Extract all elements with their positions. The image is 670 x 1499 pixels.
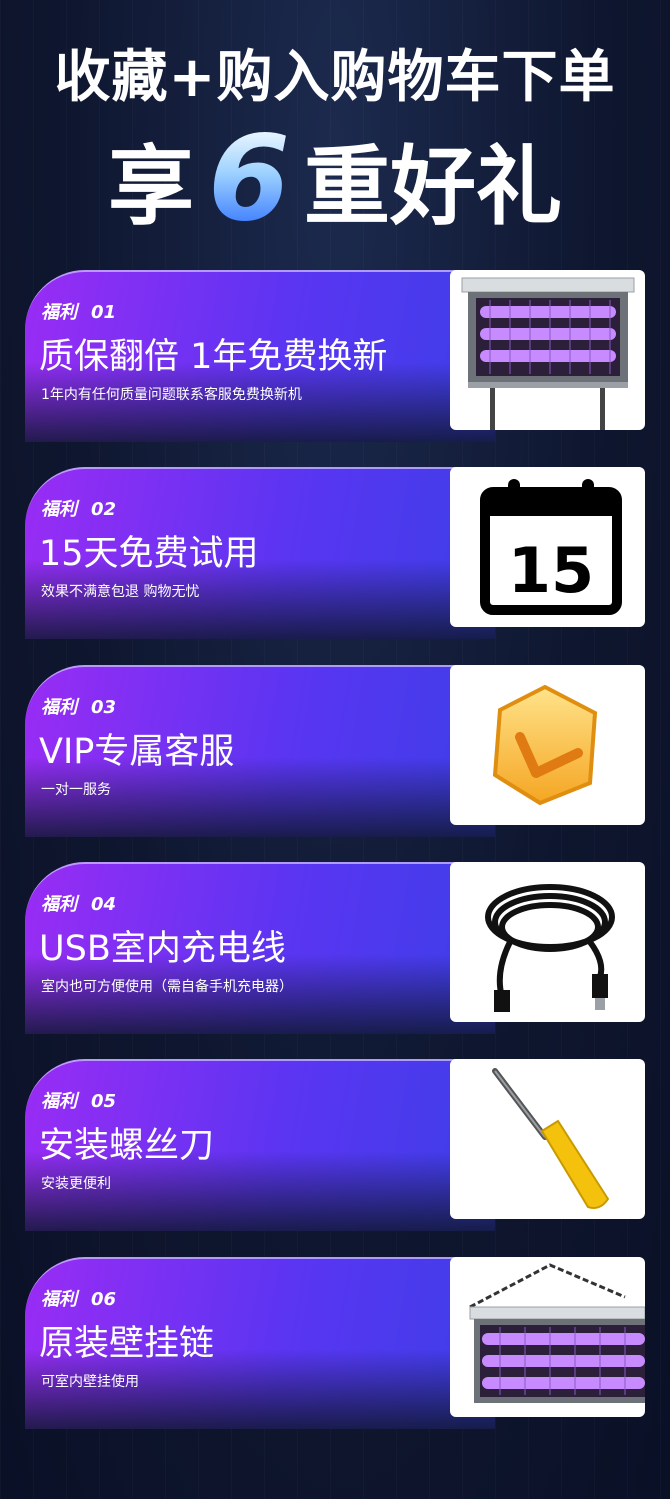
- benefit-desc: 一对一服务: [41, 782, 111, 798]
- benefit-label: 福利 05: [41, 1087, 116, 1113]
- benefit-title: 原装壁挂链: [39, 1324, 215, 1364]
- benefit-number: 03: [91, 697, 117, 718]
- benefit-desc: 效果不满意包退 购物无忧: [41, 584, 200, 600]
- screwdriver-icon: [450, 1059, 645, 1219]
- benefit-number: 01: [91, 302, 117, 323]
- benefit-title: VIP专属客服: [39, 732, 235, 772]
- benefit-label: 福利 04: [41, 890, 116, 916]
- wall-chain-lamp-icon: [450, 1257, 645, 1417]
- benefit-tag: 福利: [41, 1091, 77, 1112]
- benefit-number: 04: [91, 894, 117, 915]
- benefit-desc: 室内也可方便使用（需自备手机充电器）: [41, 979, 293, 995]
- benefit-card-3: 福利 03 VIP专属客服 一对一服务: [25, 665, 645, 837]
- benefit-label: 福利 02: [41, 495, 116, 521]
- benefit-title: 质保翻倍 1年免费换新: [39, 337, 388, 377]
- benefit-card-6: 福利 06 原装壁挂链 可室内壁挂使用: [25, 1257, 645, 1429]
- benefit-card-5: 福利 05 安装螺丝刀 安装更便利: [25, 1059, 645, 1231]
- benefit-number: 05: [91, 1091, 117, 1112]
- bug-zapper-stand-icon: [450, 270, 645, 430]
- usb-cable-icon: [450, 862, 645, 1022]
- calendar-day: 15: [508, 534, 594, 607]
- benefit-title: USB室内充电线: [39, 929, 286, 969]
- gift-count: 6: [207, 109, 291, 247]
- benefit-title: 安装螺丝刀: [39, 1126, 215, 1166]
- benefit-desc: 1年内有任何质量问题联系客服免费换新机: [41, 387, 302, 403]
- subheadline-suffix: 重好礼: [304, 136, 563, 237]
- benefit-number: 02: [91, 499, 117, 520]
- benefit-tag: 福利: [41, 894, 77, 915]
- benefit-card-4: 福利 04 USB室内充电线 室内也可方便使用（需自备手机充电器）: [25, 862, 645, 1034]
- vip-badge-icon: [450, 665, 645, 825]
- benefit-tag: 福利: [41, 499, 77, 520]
- benefit-tag: 福利: [41, 697, 77, 718]
- benefit-label: 福利 03: [41, 693, 116, 719]
- headline: 收藏+购入购物车下单: [54, 45, 616, 110]
- benefit-number: 06: [91, 1289, 117, 1310]
- benefit-card-2: 福利 02 15天免费试用 效果不满意包退 购物无忧 15: [25, 467, 645, 639]
- subheadline-prefix: 享: [107, 136, 194, 237]
- benefit-desc: 安装更便利: [41, 1176, 111, 1192]
- benefit-tag: 福利: [41, 302, 77, 323]
- promo-header: 收藏+购入购物车下单 享 6 重好礼: [0, 0, 670, 250]
- benefit-card-1: 福利 01 质保翻倍 1年免费换新 1年内有任何质量问题联系客服免费换新机: [25, 270, 645, 442]
- calendar-15-icon: 15: [450, 467, 645, 627]
- benefit-desc: 可室内壁挂使用: [41, 1374, 139, 1390]
- benefit-tag: 福利: [41, 1289, 77, 1310]
- benefit-label: 福利 01: [41, 298, 116, 324]
- benefit-title: 15天免费试用: [39, 534, 259, 574]
- subheadline: 享 6 重好礼: [0, 118, 670, 238]
- benefit-label: 福利 06: [41, 1285, 116, 1311]
